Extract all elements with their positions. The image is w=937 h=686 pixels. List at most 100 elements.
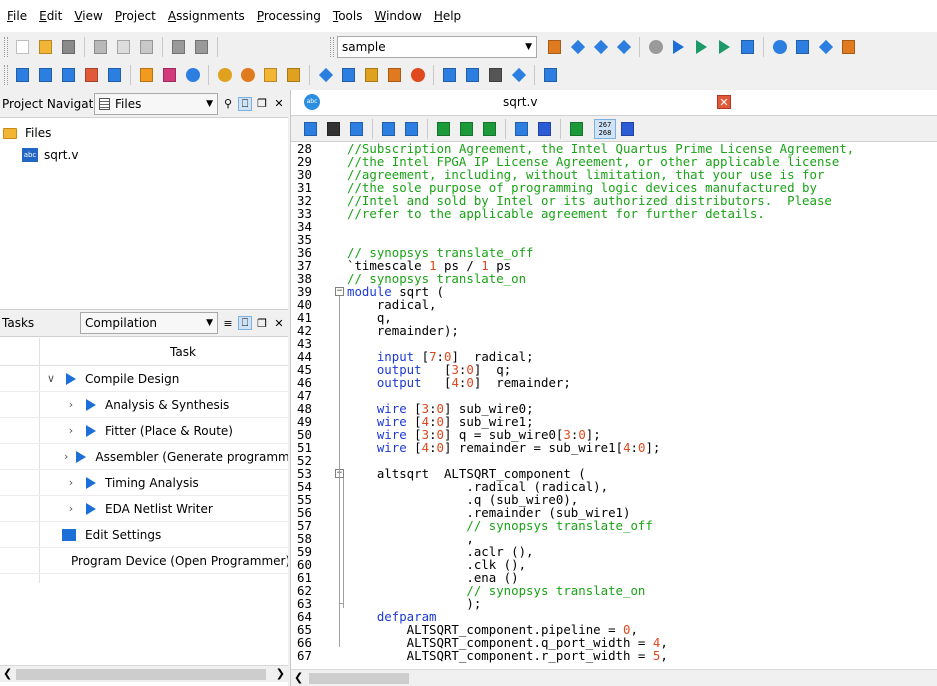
bookmark-prev-icon[interactable] <box>481 120 499 138</box>
code-line[interactable]: 67 ALTSQRT_component.r_port_width = 5, <box>291 649 937 662</box>
pin-icon[interactable]: ⎕ <box>238 96 252 111</box>
start-task-icon[interactable] <box>86 398 96 411</box>
outdent-icon[interactable] <box>403 120 421 138</box>
project-select[interactable]: sample ▼ <box>337 35 537 58</box>
netlist-viewer-icon[interactable] <box>794 38 812 56</box>
tree-item-sqrt-v[interactable]: abc sqrt.v <box>22 148 78 162</box>
platform-designer-icon[interactable] <box>840 38 858 56</box>
task-row[interactable]: Edit Settings <box>0 522 288 548</box>
task-row[interactable]: › Assembler (Generate programming files) <box>0 444 288 470</box>
chip-icon-2[interactable] <box>340 66 358 84</box>
search-icon[interactable]: ⚲ <box>221 97 235 111</box>
find-icon[interactable] <box>325 120 343 138</box>
code-editor[interactable]: 28//Subscription Agreement, the Intel Qu… <box>291 142 937 670</box>
bookmark-icon[interactable] <box>435 120 453 138</box>
menu-tools[interactable]: Tools <box>327 0 369 32</box>
assembler-icon[interactable] <box>739 38 757 56</box>
ip-icon-3[interactable] <box>262 66 280 84</box>
hierarchy-icon[interactable] <box>542 66 560 84</box>
pin-icon[interactable]: ⎕ <box>238 316 252 330</box>
open-folder-icon[interactable] <box>37 38 55 56</box>
close-icon[interactable]: ✕ <box>272 97 286 111</box>
menu-edit[interactable]: Edit <box>33 0 68 32</box>
cut-icon[interactable] <box>92 38 110 56</box>
task-row[interactable]: › Analysis & Synthesis <box>0 392 288 418</box>
tree-item-files[interactable]: Files <box>3 126 51 140</box>
word-wrap-icon[interactable] <box>619 120 637 138</box>
menu-icon[interactable]: ≡ <box>221 316 235 330</box>
code-line[interactable]: 51 wire [4:0] remainder = sub_wire1[4:0]… <box>291 441 937 454</box>
sim-icon-5[interactable] <box>106 66 124 84</box>
task-row[interactable]: › EDA Netlist Writer <box>0 496 288 522</box>
check-syntax-icon[interactable] <box>568 120 586 138</box>
navigator-view-select[interactable]: Files ▼ <box>94 93 218 115</box>
fitter-icon[interactable] <box>716 38 734 56</box>
assignment-editor-icon[interactable] <box>592 38 610 56</box>
restore-window-icon[interactable]: ❐ <box>255 97 269 111</box>
grid-icon[interactable] <box>161 66 179 84</box>
close-tab-icon[interactable]: ✕ <box>717 95 731 109</box>
wave-icon[interactable] <box>441 66 459 84</box>
bookmark-next-icon[interactable] <box>458 120 476 138</box>
code-line[interactable]: 34 <box>291 220 937 233</box>
sim-icon-4[interactable] <box>83 66 101 84</box>
toolbar-grip[interactable] <box>4 36 8 57</box>
scrollbar-thumb[interactable] <box>16 669 266 680</box>
start-task-icon[interactable] <box>86 424 96 437</box>
goto-icon[interactable] <box>348 120 366 138</box>
task-row[interactable]: ∨ Compile Design <box>0 366 288 392</box>
chip-icon-5[interactable] <box>409 66 427 84</box>
sim-icon-1[interactable] <box>14 66 32 84</box>
settings-icon[interactable] <box>62 528 76 541</box>
pin-planner-icon[interactable] <box>569 38 587 56</box>
code-line[interactable]: 42 remainder); <box>291 324 937 337</box>
menu-assignments[interactable]: Assignments <box>162 0 251 32</box>
editor-horizontal-scrollbar[interactable]: ❮ <box>291 669 937 686</box>
chevron-right-icon[interactable]: › <box>64 424 78 437</box>
start-task-icon[interactable] <box>76 450 87 463</box>
scroll-right-icon[interactable]: ❯ <box>276 667 285 680</box>
close-icon[interactable]: ✕ <box>272 316 286 330</box>
ip-icon-4[interactable] <box>285 66 303 84</box>
chip-icon-4[interactable] <box>386 66 404 84</box>
start-task-icon[interactable] <box>66 372 76 385</box>
task-row[interactable]: › Fitter (Place & Route) <box>0 418 288 444</box>
programmer-icon[interactable] <box>57 556 67 565</box>
toggle-view-icon[interactable] <box>302 120 320 138</box>
fold-toggle-icon[interactable]: − <box>335 287 344 296</box>
scroll-left-icon[interactable]: ❮ <box>3 667 12 680</box>
chevron-right-icon[interactable]: › <box>64 476 78 489</box>
chevron-right-icon[interactable]: › <box>64 398 78 411</box>
redo-icon[interactable] <box>193 38 211 56</box>
line-number-toggle-icon[interactable]: 267 268 <box>594 118 616 139</box>
ip-icon-2[interactable] <box>239 66 257 84</box>
menu-project[interactable]: Project <box>109 0 162 32</box>
memory-icon[interactable] <box>487 66 505 84</box>
menu-file[interactable]: File <box>1 0 33 32</box>
menu-window[interactable]: Window <box>368 0 427 32</box>
start-compilation-icon[interactable] <box>670 38 688 56</box>
restore-window-icon[interactable]: ❐ <box>255 316 269 330</box>
toolbar-grip[interactable] <box>4 64 8 85</box>
chevron-right-icon[interactable]: › <box>64 450 68 463</box>
toolbar-grip[interactable] <box>330 36 334 57</box>
paste-icon[interactable] <box>138 38 156 56</box>
chip-planner-icon[interactable] <box>615 38 633 56</box>
scrollbar-thumb[interactable] <box>309 673 409 684</box>
chip-icon-1[interactable] <box>317 66 335 84</box>
task-flow-select[interactable]: Compilation ▼ <box>80 312 218 334</box>
code-line[interactable]: 33//refer to the applicable agreement fo… <box>291 207 937 220</box>
sim-icon-2[interactable] <box>37 66 55 84</box>
task-row[interactable]: Program Device (Open Programmer) <box>0 548 288 574</box>
task-row[interactable]: › Timing Analysis <box>0 470 288 496</box>
sim-icon-3[interactable] <box>60 66 78 84</box>
menu-help[interactable]: Help <box>428 0 467 32</box>
indent-icon[interactable] <box>380 120 398 138</box>
save-icon[interactable] <box>60 38 78 56</box>
start-task-icon[interactable] <box>86 476 96 489</box>
undo-icon[interactable] <box>170 38 188 56</box>
power-icon[interactable] <box>138 66 156 84</box>
menu-view[interactable]: View <box>68 0 108 32</box>
new-file-icon[interactable] <box>14 38 32 56</box>
insert-file-icon[interactable] <box>513 120 531 138</box>
